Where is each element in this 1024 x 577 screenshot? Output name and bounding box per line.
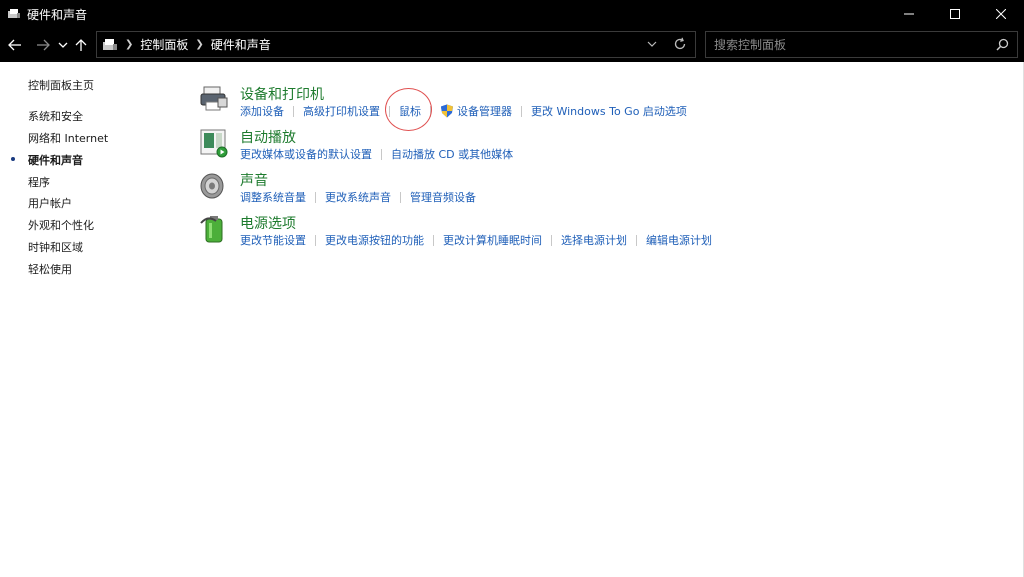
breadcrumb-control-panel[interactable]: 控制面板 bbox=[140, 36, 188, 53]
chevron-right-icon[interactable]: ❯ bbox=[195, 39, 203, 50]
battery-icon bbox=[198, 213, 230, 245]
link-windows-to-go[interactable]: 更改 Windows To Go 启动选项 bbox=[531, 103, 687, 119]
search-input[interactable] bbox=[712, 36, 986, 53]
nav-ease-of-access[interactable]: 轻松使用 bbox=[28, 261, 72, 277]
divider bbox=[381, 148, 382, 160]
nav-control-panel-home[interactable]: 控制面板主页 bbox=[28, 77, 94, 93]
search-box[interactable] bbox=[705, 31, 1018, 58]
category-title-devices-printers[interactable]: 设备和打印机 bbox=[240, 84, 324, 104]
nav-user-accounts[interactable]: 用户帐户 bbox=[28, 195, 72, 211]
control-panel-icon bbox=[102, 38, 118, 52]
control-panel-icon bbox=[7, 7, 21, 21]
chevron-down-icon bbox=[647, 41, 657, 47]
divider bbox=[551, 234, 552, 246]
minimize-icon bbox=[904, 13, 914, 15]
chevron-down-icon bbox=[58, 42, 68, 48]
link-power-button-function[interactable]: 更改电源按钮的功能 bbox=[325, 232, 424, 248]
link-sleep-time[interactable]: 更改计算机睡眠时间 bbox=[443, 232, 542, 248]
highlight-circle bbox=[385, 88, 432, 131]
category-title-autoplay[interactable]: 自动播放 bbox=[240, 127, 296, 147]
divider bbox=[400, 191, 401, 203]
link-device-manager[interactable]: 设备管理器 bbox=[457, 103, 512, 119]
category-title-sound[interactable]: 声音 bbox=[240, 170, 268, 190]
divider bbox=[293, 105, 294, 117]
link-advanced-printer-settings[interactable]: 高级打印机设置 bbox=[303, 103, 380, 119]
window-title: 硬件和声音 bbox=[27, 7, 88, 22]
divider bbox=[636, 234, 637, 246]
link-add-device[interactable]: 添加设备 bbox=[240, 103, 284, 119]
link-edit-power-plan[interactable]: 编辑电源计划 bbox=[646, 232, 712, 248]
maximize-icon bbox=[950, 9, 960, 19]
link-autoplay-cd[interactable]: 自动播放 CD 或其他媒体 bbox=[391, 146, 513, 162]
address-bar[interactable]: ❯ 控制面板 ❯ 硬件和声音 bbox=[96, 31, 696, 58]
chevron-right-icon: ❯ bbox=[125, 39, 134, 50]
divider bbox=[433, 234, 434, 246]
link-manage-audio-devices[interactable]: 管理音频设备 bbox=[410, 189, 476, 205]
link-change-default-media[interactable]: 更改媒体或设备的默认设置 bbox=[240, 146, 372, 162]
category-title-power-options[interactable]: 电源选项 bbox=[240, 213, 296, 233]
nav-hardware-sound[interactable]: 硬件和声音 bbox=[28, 152, 83, 168]
close-icon bbox=[996, 9, 1006, 19]
autoplay-icon bbox=[198, 127, 230, 159]
back-button[interactable] bbox=[0, 31, 30, 59]
nav-system-security[interactable]: 系统和安全 bbox=[28, 108, 83, 124]
shield-icon bbox=[441, 104, 453, 118]
forward-button[interactable] bbox=[30, 31, 56, 59]
close-button[interactable] bbox=[978, 0, 1024, 28]
refresh-icon bbox=[674, 37, 686, 50]
link-device-manager-wrap[interactable]: 设备管理器 bbox=[440, 103, 512, 119]
link-change-power-saving[interactable]: 更改节能设置 bbox=[240, 232, 306, 248]
nav-appearance[interactable]: 外观和个性化 bbox=[28, 217, 94, 233]
title-bar: 硬件和声音 bbox=[0, 0, 1024, 28]
link-adjust-volume[interactable]: 调整系统音量 bbox=[240, 189, 306, 205]
search-icon[interactable] bbox=[996, 38, 1009, 54]
refresh-button[interactable] bbox=[673, 37, 687, 54]
divider bbox=[521, 105, 522, 117]
maximize-button[interactable] bbox=[932, 0, 978, 28]
arrow-up-icon bbox=[75, 39, 87, 51]
speaker-icon bbox=[198, 170, 230, 202]
arrow-left-icon bbox=[8, 39, 21, 51]
breadcrumb-hardware-sound[interactable]: 硬件和声音 bbox=[211, 36, 271, 53]
printer-icon bbox=[198, 84, 230, 116]
navigation-bar: ❯ 控制面板 ❯ 硬件和声音 bbox=[0, 28, 1024, 62]
nav-network-internet[interactable]: 网络和 Internet bbox=[28, 130, 108, 146]
address-dropdown-button[interactable] bbox=[647, 38, 657, 51]
recent-locations-button[interactable] bbox=[56, 31, 70, 59]
divider bbox=[315, 234, 316, 246]
nav-clock-region[interactable]: 时钟和区域 bbox=[28, 239, 83, 255]
minimize-button[interactable] bbox=[886, 0, 932, 28]
link-choose-power-plan[interactable]: 选择电源计划 bbox=[561, 232, 627, 248]
link-change-system-sounds[interactable]: 更改系统声音 bbox=[325, 189, 391, 205]
up-button[interactable] bbox=[70, 31, 92, 59]
divider bbox=[315, 191, 316, 203]
nav-programs[interactable]: 程序 bbox=[28, 174, 50, 190]
active-bullet bbox=[11, 157, 15, 161]
arrow-right-icon bbox=[37, 39, 50, 51]
